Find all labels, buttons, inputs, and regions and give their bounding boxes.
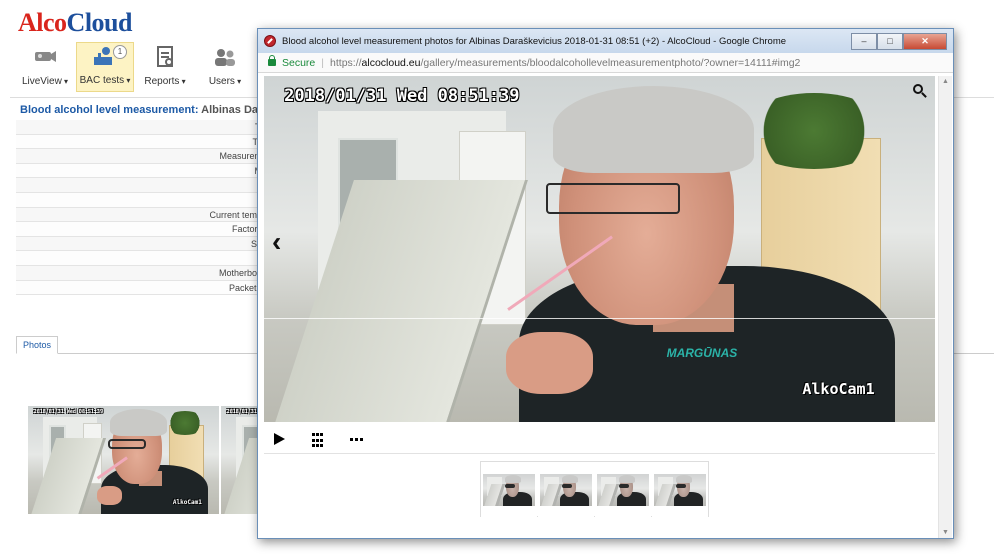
nav-liveview[interactable]: LiveView	[16, 42, 74, 92]
main-nav: LiveView 1 BAC tests Reports Users	[16, 42, 254, 92]
measurement-info-table: Ti Te Measurem M Current temp Factory Se…	[16, 120, 266, 296]
photo-popup-window: Blood alcohol level measurement photos f…	[257, 28, 954, 539]
photo-thumbnail[interactable]: 2018/01/31 Wed 08:51:39	[221, 406, 257, 514]
thumbnail-strip	[480, 461, 709, 518]
logo-alco: Alco	[18, 8, 67, 37]
photo-timestamp: 2018/01/31 Wed 08:51:39	[226, 409, 257, 416]
play-icon[interactable]	[274, 433, 285, 445]
address-bar[interactable]: Secure | https://alcocloud.eu/gallery/me…	[258, 53, 953, 73]
info-row	[16, 178, 266, 193]
minimize-button[interactable]: –	[851, 32, 877, 50]
url-scheme: https://	[330, 56, 362, 69]
jacket-logo: MARGŪNAS	[666, 345, 738, 360]
maximize-button[interactable]: □	[877, 32, 903, 50]
info-row: Ti	[16, 120, 266, 135]
window-controls: – □ ✕	[851, 32, 947, 50]
notification-badge: 1	[113, 45, 127, 59]
thumbnail-1[interactable]	[481, 462, 537, 518]
thumbnail-2[interactable]	[538, 462, 594, 518]
overlay-line	[264, 318, 935, 319]
camera-icon	[32, 46, 58, 68]
info-row	[16, 251, 266, 266]
nav-label: BAC tests	[80, 75, 131, 86]
photo-timestamp: 2018/01/31 Wed 08:51:39	[33, 409, 103, 416]
previous-arrow-icon[interactable]: ‹	[272, 226, 281, 258]
main-photo: MARGŪNAS 2018/01/31 Wed 08:51:39 AlkoCam…	[264, 76, 935, 422]
info-row: Motherboa	[16, 265, 266, 281]
alcocloud-logo[interactable]: AlcoCloud	[18, 8, 132, 38]
photo-scene: 2018/01/31 Wed 08:51:39 AlkoCam1	[28, 406, 219, 514]
stop-sign-favicon-icon	[264, 35, 276, 47]
info-row: Te	[16, 134, 266, 150]
nav-bac-tests[interactable]: 1 BAC tests	[76, 42, 134, 92]
address-separator: |	[321, 56, 325, 69]
info-row: Current temp	[16, 207, 266, 223]
tab-photos[interactable]: Photos	[16, 336, 59, 354]
info-row	[16, 192, 266, 208]
grid-icon[interactable]	[312, 433, 330, 449]
zoom-icon[interactable]	[913, 84, 929, 100]
info-row: Se	[16, 236, 266, 252]
close-button[interactable]: ✕	[903, 32, 947, 50]
scroll-up-icon[interactable]: ▲	[942, 78, 949, 85]
page-title-prefix: Blood alcohol level measurement:	[20, 104, 199, 116]
vertical-scrollbar[interactable]: ▲ ▼	[938, 76, 952, 538]
info-row: Measurem	[16, 149, 266, 164]
secure-label: Secure	[282, 56, 316, 69]
more-icon[interactable]	[350, 438, 368, 454]
camera-label: AlkoCam1	[172, 499, 202, 507]
photo-thumbnail[interactable]: 2018/01/31 Wed 08:51:39 AlkoCam1	[28, 406, 219, 514]
url-path: /gallery/measurements/bloodalcohollevelm…	[420, 56, 801, 69]
window-titlebar[interactable]: Blood alcohol level measurement photos f…	[258, 29, 953, 53]
viewer-controls	[264, 424, 935, 454]
nav-label: Reports	[144, 76, 185, 87]
camera-label: AlkoCam1	[802, 379, 875, 398]
photo-timestamp: 2018/01/31 Wed 08:51:39	[284, 86, 520, 107]
scroll-down-icon[interactable]: ▼	[942, 529, 949, 536]
lock-icon	[268, 55, 276, 66]
info-row: Factory	[16, 222, 266, 237]
window-title: Blood alcohol level measurement photos f…	[282, 35, 787, 47]
thumbnail-3[interactable]	[595, 462, 651, 518]
info-row: Packet r	[16, 280, 266, 296]
photo-scene: 2018/01/31 Wed 08:51:39	[221, 406, 257, 514]
nav-users[interactable]: Users	[196, 42, 254, 92]
logo-cloud: Cloud	[66, 8, 133, 37]
nav-label: Users	[209, 76, 241, 87]
info-row: M	[16, 163, 266, 179]
nav-label: LiveView	[22, 76, 68, 87]
thumbnail-4[interactable]	[652, 462, 708, 518]
users-icon	[212, 46, 238, 68]
url-host: alcocloud.eu	[361, 56, 421, 69]
photo-viewer[interactable]: MARGŪNAS 2018/01/31 Wed 08:51:39 AlkoCam…	[264, 76, 935, 422]
page-title: Blood alcohol level measurement: Albinas…	[20, 104, 268, 116]
report-icon	[152, 46, 178, 68]
nav-reports[interactable]: Reports	[136, 42, 194, 92]
